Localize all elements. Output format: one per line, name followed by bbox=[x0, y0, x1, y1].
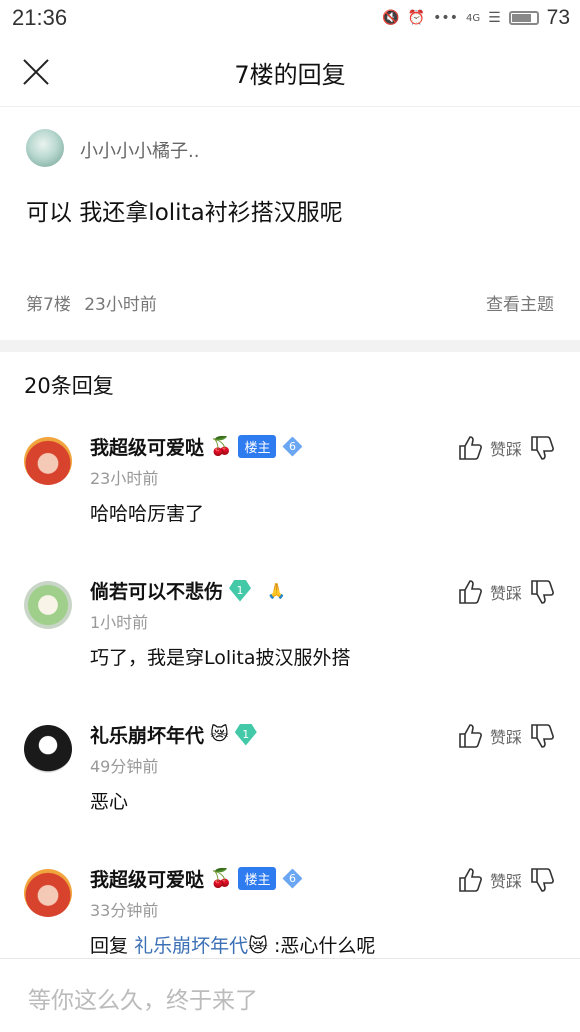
nav-bar: 7楼的回复 bbox=[0, 36, 580, 107]
reply-username[interactable]: 我超级可爱哒 bbox=[90, 433, 204, 460]
vote-label: 赞踩 bbox=[489, 584, 522, 603]
page-title: 7楼的回复 bbox=[234, 61, 346, 89]
thumbs-up-icon[interactable] bbox=[458, 579, 482, 605]
signal-dots-icon: ••• bbox=[433, 10, 458, 26]
post-floor: 第7楼 bbox=[26, 295, 71, 315]
thumbs-down-icon[interactable] bbox=[530, 867, 554, 893]
level-badge: 6 bbox=[282, 868, 303, 889]
status-icons: 🔇 ⏰ ••• 4G ☰ 73 bbox=[382, 6, 570, 30]
post-content: 可以 我还拿lolita衬衫搭汉服呢 bbox=[26, 200, 343, 226]
cherry-emoji: 🍒 bbox=[210, 436, 233, 457]
cherry-emoji: 🍒 bbox=[210, 868, 233, 889]
reply-input[interactable]: 等你这么久，终于来了 bbox=[28, 981, 258, 1015]
thumbs-down-icon[interactable] bbox=[530, 723, 554, 749]
avatar[interactable] bbox=[24, 581, 72, 629]
battery-percent: 73 bbox=[546, 6, 570, 29]
reply-time: 49分钟前 bbox=[90, 757, 159, 776]
reply-item: 我超级可爱哒 🍒 楼主 6 23小时前 哈哈哈厉害了 赞踩 bbox=[0, 435, 580, 577]
pray-hands-icon: 🙏 bbox=[267, 581, 286, 600]
avatar[interactable] bbox=[24, 437, 72, 485]
reply-text: :恶心什么呢 bbox=[273, 935, 376, 957]
avatar[interactable] bbox=[24, 725, 72, 773]
level-badge: 1 bbox=[234, 723, 257, 746]
reply-time: 1小时前 bbox=[90, 613, 149, 632]
battery-fill bbox=[511, 14, 531, 22]
op-badge: 楼主 bbox=[238, 435, 277, 458]
reply-time: 23小时前 bbox=[90, 469, 159, 488]
reply-username[interactable]: 倘若可以不悲伤 bbox=[90, 577, 223, 604]
thumbs-up-icon[interactable] bbox=[458, 867, 482, 893]
thumbs-down-icon[interactable] bbox=[530, 579, 554, 605]
reply-input-bar[interactable]: 等你这么久，终于来了 bbox=[0, 958, 580, 1032]
reply-header: 我超级可爱哒 🍒 楼主 6 bbox=[90, 865, 303, 892]
crying-cat-emoji: 😿 bbox=[248, 935, 268, 957]
mute-icon: 🔇 bbox=[382, 10, 400, 26]
op-badge: 楼主 bbox=[238, 867, 277, 890]
level-badge: 6 bbox=[282, 436, 303, 457]
mentioned-user-link[interactable]: 礼乐崩坏年代 bbox=[134, 935, 248, 957]
reply-actions: 赞踩 bbox=[458, 867, 554, 893]
reply-actions: 赞踩 bbox=[458, 723, 554, 749]
avatar[interactable] bbox=[26, 129, 64, 167]
reply-username[interactable]: 我超级可爱哒 bbox=[90, 865, 204, 892]
thumbs-down-icon[interactable] bbox=[530, 435, 554, 461]
vote-label: 赞踩 bbox=[489, 728, 522, 747]
vote-label: 赞踩 bbox=[489, 872, 522, 891]
thumbs-up-icon[interactable] bbox=[458, 435, 482, 461]
status-bar: 21:36 🔇 ⏰ ••• 4G ☰ 73 bbox=[0, 0, 580, 36]
section-divider bbox=[0, 340, 580, 352]
reply-actions: 赞踩 bbox=[458, 435, 554, 461]
replies-count: 20条回复 bbox=[24, 374, 114, 398]
reply-prefix: 回复 bbox=[90, 935, 129, 957]
reply-actions: 赞踩 bbox=[458, 579, 554, 605]
avatar[interactable] bbox=[24, 869, 72, 917]
reply-item: 礼乐崩坏年代 😿 1 49分钟前 恶心 赞踩 bbox=[0, 723, 580, 865]
reply-header: 礼乐崩坏年代 😿 1 bbox=[90, 721, 257, 748]
original-post: 小小小小橘子.. 可以 我还拿lolita衬衫搭汉服呢 第7楼 23小时前 查看… bbox=[0, 107, 580, 340]
crying-cat-emoji: 😿 bbox=[210, 724, 229, 745]
network-label: 4G bbox=[465, 12, 481, 24]
thumbs-up-icon[interactable] bbox=[458, 723, 482, 749]
alarm-icon: ⏰ bbox=[407, 10, 426, 26]
status-time: 21:36 bbox=[12, 5, 68, 30]
battery-icon bbox=[508, 11, 539, 25]
level-badge: 1 bbox=[229, 579, 252, 602]
reply-content: 巧了，我是穿Lolita披汉服外搭 bbox=[90, 647, 351, 669]
vote-label: 赞踩 bbox=[489, 440, 522, 459]
post-username[interactable]: 小小小小橘子.. bbox=[80, 137, 199, 163]
reply-content: 哈哈哈厉害了 bbox=[90, 503, 205, 525]
signal-icon: ☰ bbox=[488, 10, 501, 26]
reply-time: 33分钟前 bbox=[90, 901, 159, 920]
view-topic-link[interactable]: 查看主题 bbox=[486, 290, 554, 315]
reply-username[interactable]: 礼乐崩坏年代 bbox=[90, 721, 204, 748]
reply-content: 恶心 bbox=[90, 791, 129, 813]
reply-item: 倘若可以不悲伤 1 🙏 1小时前 巧了，我是穿Lolita披汉服外搭 赞踩 bbox=[0, 579, 580, 721]
post-meta: 第7楼 23小时前 bbox=[26, 290, 157, 315]
reply-content: 回复 礼乐崩坏年代😿 :恶心什么呢 bbox=[90, 931, 375, 958]
reply-header: 我超级可爱哒 🍒 楼主 6 bbox=[90, 433, 303, 460]
post-time: 23小时前 bbox=[84, 295, 157, 315]
reply-header: 倘若可以不悲伤 1 🙏 bbox=[90, 577, 286, 604]
